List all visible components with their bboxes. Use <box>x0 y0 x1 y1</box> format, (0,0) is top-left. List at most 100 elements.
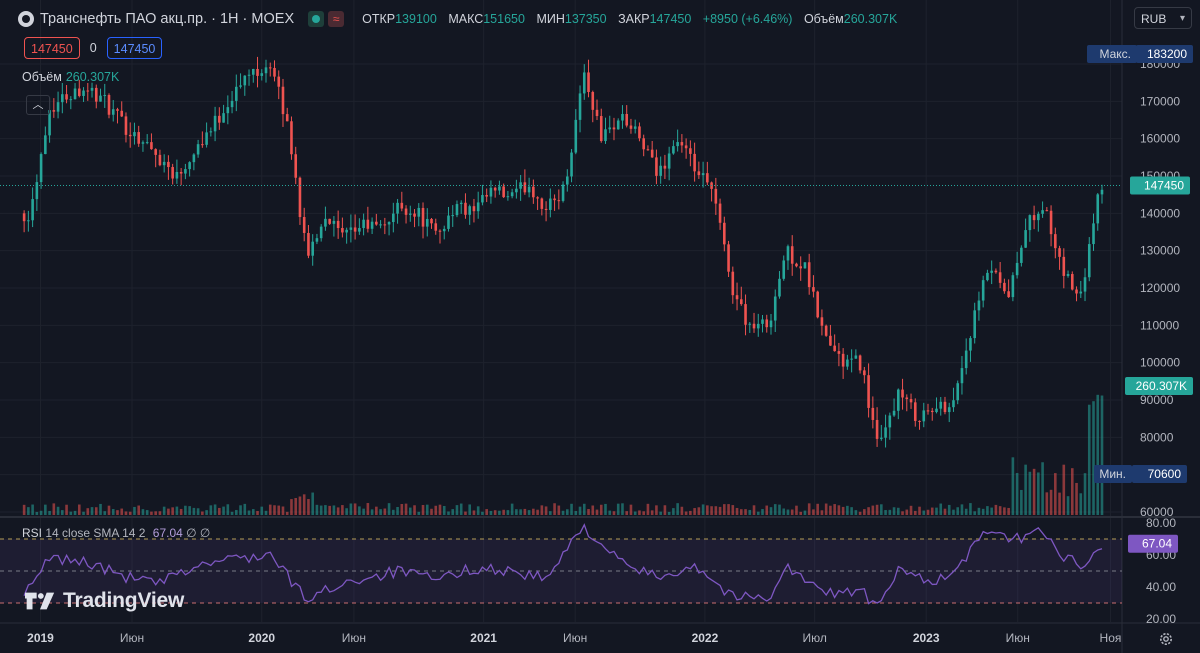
candle-body <box>561 184 565 201</box>
volume-bar <box>807 503 811 515</box>
candle-body <box>621 113 624 121</box>
symbol-title[interactable]: Транснефть ПАО акц.пр. · 1Н · MOEX <box>40 11 294 27</box>
volume-bar <box>56 506 60 515</box>
candle-body <box>375 221 378 225</box>
volume-bar <box>35 511 39 515</box>
volume-bar <box>442 505 446 515</box>
candle-body <box>803 262 807 269</box>
max-badge: 183200 <box>1147 47 1187 61</box>
candle-body <box>290 121 293 155</box>
volume-bar <box>858 511 862 515</box>
candle-body <box>1087 244 1091 278</box>
candle-body <box>718 203 722 223</box>
candle-body <box>315 238 319 242</box>
candle-body <box>167 161 170 168</box>
candle-body <box>693 153 696 172</box>
volume-bar <box>884 509 887 515</box>
volume-bar <box>867 507 870 515</box>
volume-bar <box>761 509 764 515</box>
volume-bar <box>812 509 815 515</box>
candle-body <box>417 207 421 217</box>
candle-body <box>281 86 285 115</box>
buy-button[interactable]: 147450 <box>106 37 163 59</box>
rsi-last-badge: 67.04 <box>1142 537 1172 551</box>
volume-bar <box>922 510 926 515</box>
volume-bar <box>417 511 421 515</box>
volume-bar <box>281 506 285 515</box>
volume-bar <box>273 505 276 515</box>
currency-selector[interactable]: RUB ▾ <box>1134 7 1192 29</box>
candle-body <box>379 224 382 226</box>
candle-body <box>498 186 501 191</box>
volume-bar <box>235 509 238 515</box>
gear-icon[interactable] <box>1158 631 1174 647</box>
candle-body <box>358 228 361 232</box>
candle-body <box>35 182 39 200</box>
volume-bar <box>1049 489 1053 515</box>
candle-body <box>392 213 395 223</box>
volume-legend[interactable]: Объём 260.307K <box>22 70 119 84</box>
sell-button[interactable]: 147450 <box>24 37 80 59</box>
time-tick-label: 2019 <box>27 631 54 645</box>
candle-body <box>544 208 548 210</box>
volume-bar <box>986 506 989 515</box>
volume-bar <box>964 508 968 515</box>
volume-bar <box>769 507 773 515</box>
candle-body <box>481 195 484 203</box>
price-tick-label: 170000 <box>1140 94 1180 108</box>
volume-bar <box>1020 489 1023 515</box>
volume-bar <box>646 503 650 515</box>
volume-bar <box>27 507 30 515</box>
tradingview-logo[interactable]: TradingView <box>25 589 184 613</box>
candle-body <box>570 152 573 177</box>
candle-body <box>790 246 794 264</box>
volume-bar <box>243 503 247 515</box>
volume-bar <box>994 504 998 515</box>
candle-body <box>404 208 408 215</box>
volume-bar <box>782 508 786 515</box>
candle-body <box>676 142 679 147</box>
candle-body <box>981 280 985 301</box>
rsi-legend[interactable]: RSI 14 close SMA 14 2 67.04 ∅ ∅ <box>22 526 210 540</box>
chart-canvas[interactable]: 1800001700001600001500001400001300001200… <box>0 0 1200 653</box>
candle-body <box>1020 247 1023 263</box>
volume-bar <box>799 511 803 515</box>
volume-bar <box>328 505 331 515</box>
volume-bar <box>875 504 879 515</box>
volume-bar <box>239 505 242 515</box>
candle-body <box>430 218 433 224</box>
candle-body <box>298 177 302 218</box>
candle-body <box>472 206 476 212</box>
volume-bar <box>438 504 442 515</box>
volume-bar <box>633 511 637 515</box>
volume-bar <box>77 504 81 515</box>
candle-body <box>1079 291 1083 294</box>
candle-body <box>222 113 225 123</box>
volume-bar <box>349 503 353 515</box>
candle-body <box>739 299 743 305</box>
candle-body <box>324 218 327 227</box>
volume-bar <box>175 506 179 515</box>
min-label: Мин. <box>1099 467 1126 481</box>
volume-bar <box>850 507 853 515</box>
volume-bar <box>502 509 505 515</box>
min-badge: 70600 <box>1148 467 1182 481</box>
volume-bar <box>523 508 527 515</box>
volume-bar <box>150 511 153 515</box>
volume-bar <box>935 507 938 515</box>
volume-bar <box>464 511 467 515</box>
volume-bar <box>549 511 552 515</box>
collapse-legend-button[interactable]: ︿ <box>26 95 50 115</box>
volume-bar <box>90 507 94 515</box>
candle-body <box>599 116 603 142</box>
candle-body <box>476 202 480 212</box>
candle-body <box>706 173 709 183</box>
candle-body <box>438 230 442 232</box>
volume-bar <box>731 505 735 515</box>
low-value: 137350 <box>564 12 607 26</box>
candle-body <box>587 72 590 93</box>
volume-bar <box>455 505 459 515</box>
volume-bar <box>1007 507 1010 515</box>
volume-bar <box>111 509 115 515</box>
candle-body <box>591 92 595 110</box>
